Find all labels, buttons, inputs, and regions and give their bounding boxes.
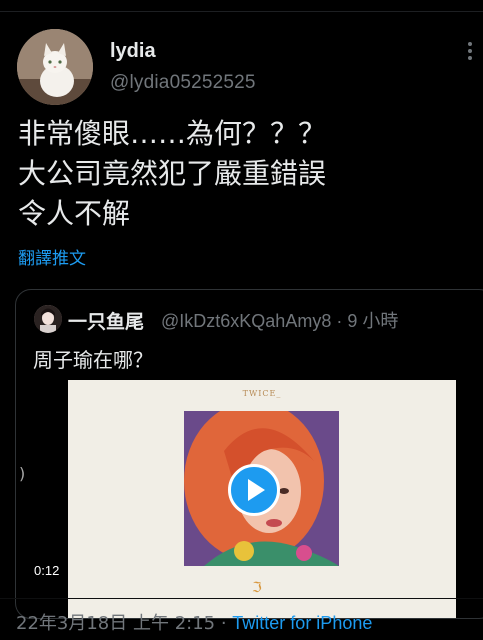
cat-avatar-image xyxy=(17,29,93,105)
portrait-image xyxy=(34,305,62,333)
quoted-author-avatar xyxy=(34,305,62,333)
quoted-tweet-card[interactable]: 一只鱼尾 @IkDzt6xKQahAmy8 · 9 小時 周子瑜在哪？ TWIC… xyxy=(15,289,483,619)
quoted-author-name: 一只鱼尾 xyxy=(68,311,145,333)
top-divider xyxy=(0,11,483,12)
play-icon xyxy=(248,479,265,501)
author-display-name[interactable]: lydia xyxy=(110,40,156,63)
play-video-button[interactable] xyxy=(228,464,280,516)
video-duration-badge: 0:12 xyxy=(29,561,65,580)
quoted-video-thumbnail[interactable]: TWICE_ ℑ xyxy=(68,380,456,618)
tweet-line: 大公司竟然犯了嚴重錯誤 xyxy=(18,157,327,190)
more-options-icon[interactable] xyxy=(466,42,474,62)
tweet-line: 非常傻眼……為何？？？ xyxy=(18,117,327,150)
tweet-metadata: 22年3月18日 上午 2:15 · Twitter for iPhone xyxy=(16,609,372,635)
quoted-tweet-text: 周子瑜在哪？ xyxy=(33,348,153,372)
author-handle[interactable]: @lydia05252525 xyxy=(110,72,256,94)
tweet-line: 令人不解 xyxy=(18,197,131,230)
footer-divider xyxy=(0,598,483,599)
tweet-timestamp[interactable]: 22年3月18日 上午 2:15 · xyxy=(16,613,232,634)
carousel-left-edge: ) xyxy=(19,464,26,483)
media-header-text: TWICE_ xyxy=(242,389,282,398)
translate-tweet-link[interactable]: 翻譯推文 xyxy=(18,244,86,269)
tweet-body: 非常傻眼……為何？？？ 大公司竟然犯了嚴重錯誤 令人不解 xyxy=(18,114,468,234)
quoted-author-handle-time: @IkDzt6xKQahAmy8 · 9 小時 xyxy=(161,311,399,331)
tweet-source-link[interactable]: Twitter for iPhone xyxy=(232,613,372,633)
twice-logo: ℑ xyxy=(252,580,262,596)
author-avatar[interactable] xyxy=(17,29,93,105)
